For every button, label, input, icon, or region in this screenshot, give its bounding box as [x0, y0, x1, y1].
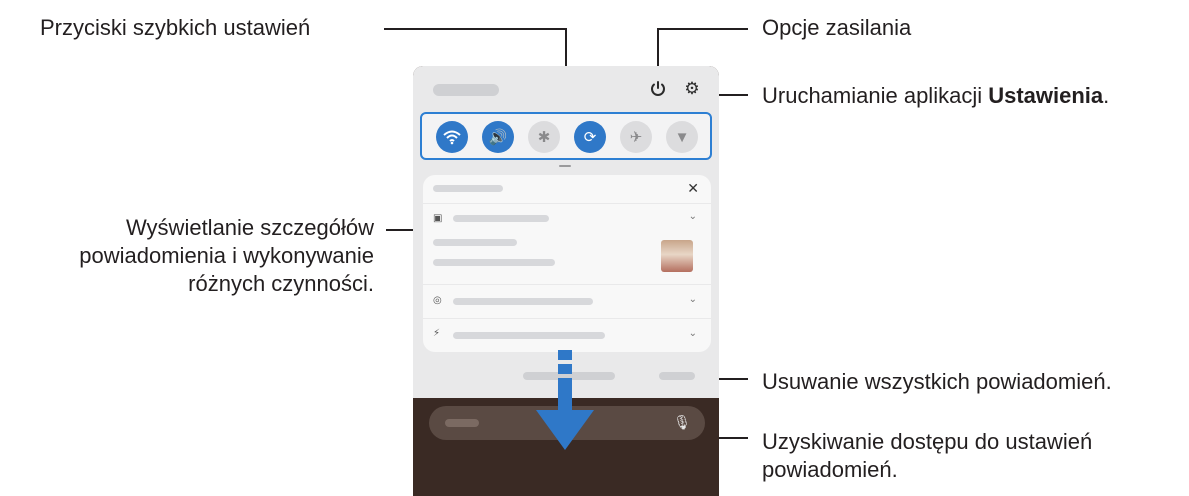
bluetooth-icon[interactable]: ✱ — [528, 121, 560, 153]
wifi-icon[interactable] — [436, 121, 468, 153]
quick-settings-bar: 🔊 ✱ ⟳ ✈ ▼ — [420, 112, 712, 160]
flashlight-icon[interactable]: ▼ — [666, 121, 698, 153]
image-icon: ▣ — [433, 213, 443, 224]
callout-notification-settings: Uzyskiwanie dostępu do ustawień powiadom… — [762, 428, 1092, 484]
mic-icon[interactable]: 🎙 — [673, 414, 691, 431]
volume-icon[interactable]: 🔊 — [482, 121, 514, 153]
notification-item[interactable]: ◎ ⌄ — [423, 285, 711, 318]
callout-notification-settings-line1: Uzyskiwanie dostępu do ustawień — [762, 429, 1093, 454]
swipe-down-arrow — [536, 350, 594, 450]
callout-quick-settings: Przyciski szybkich ustawień — [40, 15, 311, 40]
drag-handle[interactable] — [559, 165, 571, 167]
notif-body-blur — [433, 259, 555, 266]
close-icon[interactable]: ✕ — [687, 180, 699, 197]
rotate-icon[interactable]: ⟳ — [574, 121, 606, 153]
bolt-icon: ⚡ — [433, 328, 441, 339]
callout-settings-prefix: Uruchamianie aplikacji — [762, 83, 989, 108]
notif-title-blur — [433, 239, 517, 246]
chevron-down-icon[interactable]: ⌄ — [689, 211, 697, 222]
callout-notification-details-line1: Wyświetlanie szczegółów — [125, 215, 374, 240]
notification-panel: ⚙ 🔊 ✱ ⟳ ✈ ▼ ✕ ▣ ⌄ ◎ ⌄ ⚡ ⌄ — [413, 66, 719, 398]
callout-notification-details-line3: różnych czynności. — [188, 271, 374, 296]
notif-row-blur — [453, 298, 593, 305]
callout-notification-details: Wyświetlanie szczegółów powiadomienia i … — [10, 214, 374, 298]
app-icon: ◎ — [433, 295, 442, 306]
callout-clear-all: Usuwanie wszystkich powiadomień. — [762, 369, 1112, 394]
power-icon[interactable] — [647, 78, 669, 100]
callout-settings-app: Uruchamianie aplikacji Ustawienia. — [762, 82, 1109, 110]
header-title-blur — [433, 185, 503, 192]
callout-settings-bold: Ustawienia — [988, 83, 1104, 108]
notif-row-blur — [453, 332, 605, 339]
airplane-icon[interactable]: ✈ — [620, 121, 652, 153]
chevron-down-icon[interactable]: ⌄ — [689, 328, 697, 339]
notification-item[interactable]: ⚡ ⌄ — [423, 319, 711, 352]
leader-power-h — [657, 28, 748, 30]
clear-button[interactable] — [659, 372, 695, 380]
gear-icon[interactable]: ⚙ — [681, 78, 703, 100]
notif-app-blur — [453, 215, 549, 222]
notification-item-expanded[interactable]: ▣ ⌄ — [423, 204, 711, 284]
callout-notification-settings-line2: powiadomień. — [762, 457, 898, 482]
callout-notification-details-line2: powiadomienia i wykonywanie — [79, 243, 374, 268]
notification-header: ✕ — [423, 175, 711, 203]
callout-power-options: Opcje zasilania — [762, 15, 912, 40]
search-placeholder-blur — [445, 419, 479, 427]
leader-quick-settings-h — [384, 28, 566, 30]
callout-settings-suffix: . — [1103, 83, 1110, 108]
notification-thumbnail — [661, 240, 693, 272]
chevron-down-icon[interactable]: ⌄ — [689, 294, 697, 305]
date-time-blur — [433, 84, 499, 96]
